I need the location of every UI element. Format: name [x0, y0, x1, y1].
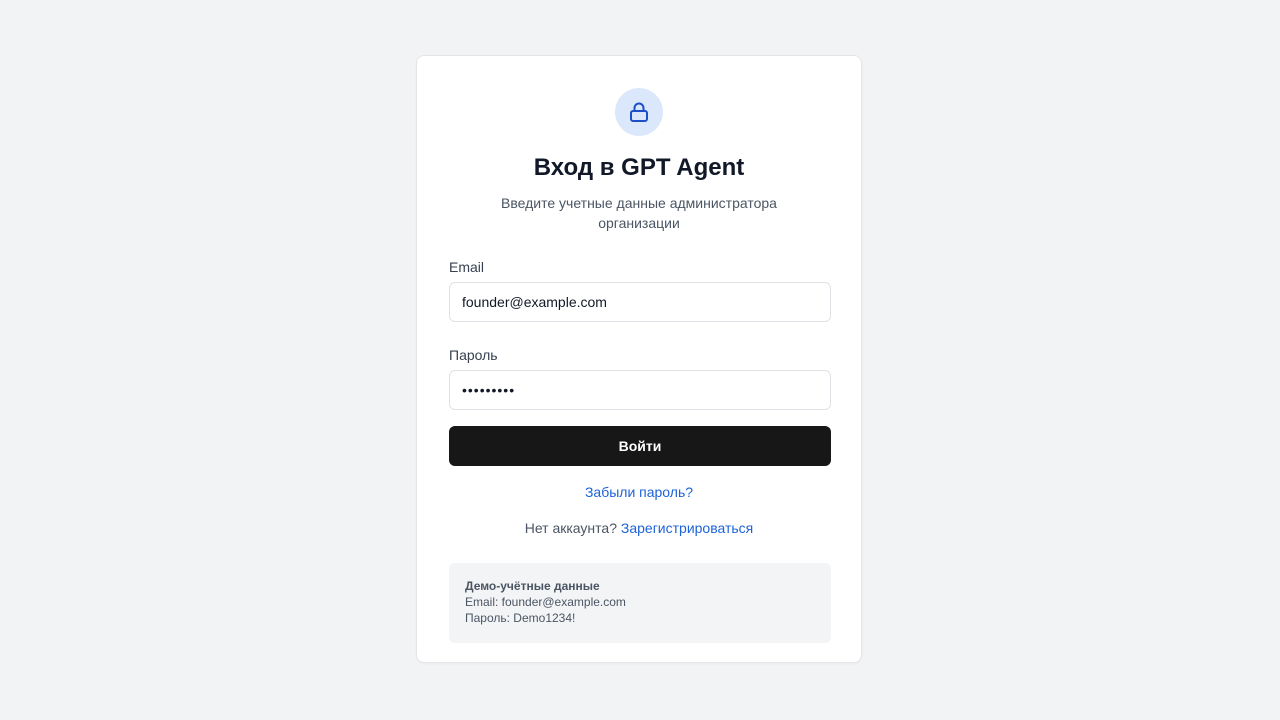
demo-title: Демо-учётные данные: [465, 579, 600, 593]
lock-icon: [629, 101, 649, 123]
forgot-password-link[interactable]: Забыли пароль?: [449, 483, 829, 501]
no-account-text: Нет аккаунта?: [524, 520, 617, 536]
lock-icon-badge: [615, 88, 663, 136]
email-label: Email: [449, 259, 485, 275]
password-label: Пароль: [449, 347, 498, 363]
register-row: Нет аккаунта? Зарегистрироваться: [449, 519, 829, 537]
demo-credentials-box: Демо-учётные данные Email: founder@examp…: [449, 563, 831, 643]
demo-email: Email: founder@example.com: [465, 595, 626, 609]
page-subtitle: Введите учетные данные администратора ор…: [501, 195, 777, 231]
password-field[interactable]: [449, 370, 831, 410]
page-title: Вход в GPT Agent: [533, 154, 745, 181]
email-field[interactable]: [449, 282, 831, 322]
demo-password: Пароль: Demo1234!: [465, 611, 576, 625]
login-button[interactable]: Войти: [449, 426, 831, 466]
login-card: Вход в GPT Agent Введите учетные данные …: [416, 55, 862, 663]
register-link[interactable]: Зарегистрироваться: [621, 520, 753, 536]
